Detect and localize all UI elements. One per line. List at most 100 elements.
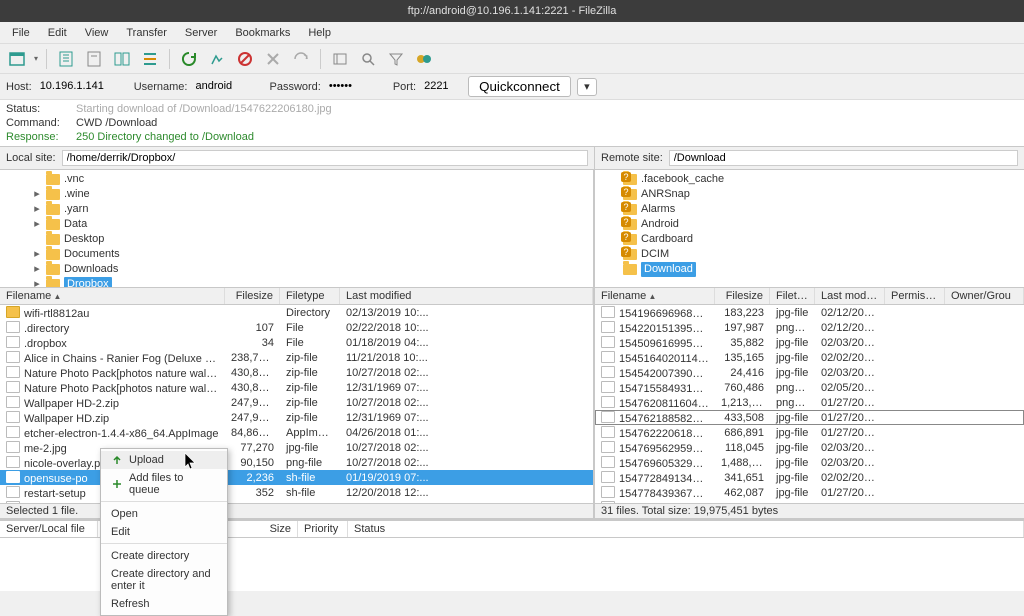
ctx-open[interactable]: Open <box>101 501 227 523</box>
qcol-server[interactable]: Server/Local file <box>0 521 98 537</box>
reconnect-button[interactable] <box>290 48 312 70</box>
tree-item[interactable]: ANRSnap <box>599 187 1020 202</box>
table-row[interactable]: restart-setup352sh-file12/20/2018 12:... <box>0 485 593 500</box>
ctx-edit[interactable]: Edit <box>101 523 227 541</box>
username-input[interactable] <box>193 78 263 95</box>
filter-button[interactable] <box>385 48 407 70</box>
table-row[interactable]: 1547621885826.jpg433,508jpg-file01/27/20… <box>595 410 1024 425</box>
local-directory-tree[interactable]: .vnc▸.wine▸.yarn▸DataDesktop▸Documents▸D… <box>0 170 593 288</box>
menu-edit[interactable]: Edit <box>40 25 75 41</box>
tree-item[interactable]: Cardboard <box>599 232 1020 247</box>
site-manager-button[interactable] <box>6 48 28 70</box>
cancel-button[interactable] <box>234 48 256 70</box>
menu-help[interactable]: Help <box>300 25 339 41</box>
local-pane: .vnc▸.wine▸.yarn▸DataDesktop▸Documents▸D… <box>0 170 595 518</box>
log-command-text: CWD /Download <box>76 117 157 129</box>
table-row[interactable]: 1542201513958.jpg197,987png-file02/12/20… <box>595 320 1024 335</box>
col-lastmodified[interactable]: Last modified <box>340 288 593 304</box>
tree-item[interactable]: ▸.yarn <box>4 202 589 217</box>
ctx-add-to-queue[interactable]: Add files to queue <box>101 469 227 499</box>
toolbar-icon-10[interactable] <box>329 48 351 70</box>
disconnect-button[interactable] <box>262 48 284 70</box>
tree-item[interactable]: ▸Documents <box>4 247 589 262</box>
table-row[interactable]: 1545420073905.jpg24,416jpg-file02/03/201… <box>595 365 1024 380</box>
local-site-label: Local site: <box>6 152 56 164</box>
col-filesize[interactable]: Filesize <box>225 288 280 304</box>
tree-item[interactable]: ▸Dropbox <box>4 277 589 288</box>
host-input[interactable] <box>38 78 128 95</box>
port-input[interactable] <box>422 78 462 95</box>
tree-item[interactable]: ▸Data <box>4 217 589 232</box>
remote-site-input[interactable] <box>669 150 1018 166</box>
col-filesize[interactable]: Filesize <box>715 288 770 304</box>
menu-bar: File Edit View Transfer Server Bookmarks… <box>0 22 1024 44</box>
tree-item[interactable]: Desktop <box>4 232 589 247</box>
col-filename[interactable]: Filename <box>0 288 225 304</box>
remote-pane: .facebook_cacheANRSnapAlarmsAndroidCardb… <box>595 170 1024 518</box>
tree-item[interactable]: .facebook_cache <box>599 172 1020 187</box>
table-row[interactable]: opensuse-po2,236sh-file01/19/2019 07:... <box>0 470 593 485</box>
table-row[interactable]: .dropbox34File01/18/2019 04:... <box>0 335 593 350</box>
remote-directory-tree[interactable]: .facebook_cacheANRSnapAlarmsAndroidCardb… <box>595 170 1024 288</box>
table-row[interactable]: 1547620811604.png1,213,770png-file01/27/… <box>595 395 1024 410</box>
table-row[interactable]: 1547696053292.jpg1,488,196jpg-file02/03/… <box>595 455 1024 470</box>
table-row[interactable]: me-2.jpg77,270jpg-file10/27/2018 02:... <box>0 440 593 455</box>
table-row[interactable]: 1541966969684 (1).jpg183,223jpg-file02/1… <box>595 305 1024 320</box>
table-row[interactable]: 1545096169955.jpg35,882jpg-file02/03/201… <box>595 335 1024 350</box>
qcol-priority[interactable]: Priority <box>298 521 348 537</box>
menu-server[interactable]: Server <box>177 25 225 41</box>
quickconnect-button[interactable]: Quickconnect <box>468 76 571 97</box>
ctx-create-directory[interactable]: Create directory <box>101 543 227 565</box>
chevron-down-icon[interactable]: ▾ <box>34 54 38 63</box>
table-row[interactable]: .directory107File02/22/2018 10:... <box>0 320 593 335</box>
tree-item[interactable]: ▸Downloads <box>4 262 589 277</box>
refresh-button[interactable] <box>178 48 200 70</box>
table-row[interactable]: Wallpaper HD-2.zip247,995,...zip-file10/… <box>0 395 593 410</box>
tree-item[interactable]: DCIM <box>599 247 1020 262</box>
table-row[interactable]: Wallpaper HD.zip247,995,...zip-file12/31… <box>0 410 593 425</box>
col-filetype[interactable]: Filetype <box>280 288 340 304</box>
table-row[interactable]: 1547728491348.jpg341,651jpg-file02/02/20… <box>595 470 1024 485</box>
col-filename[interactable]: Filename <box>595 288 715 304</box>
quickconnect-history-dropdown[interactable]: ▾ <box>577 78 597 96</box>
tree-item[interactable]: Android <box>599 217 1020 232</box>
table-row[interactable]: etcher-electron-1.4.4-x86_64.AppImage84,… <box>0 425 593 440</box>
table-row[interactable]: 1547695629594.jpg118,045jpg-file02/03/20… <box>595 440 1024 455</box>
table-row[interactable]: Nature Photo Pack[photos nature wallpape… <box>0 365 593 380</box>
menu-bookmarks[interactable]: Bookmarks <box>227 25 298 41</box>
col-permissions[interactable]: Permission: <box>885 288 945 304</box>
search-button[interactable] <box>357 48 379 70</box>
password-input[interactable] <box>327 78 387 95</box>
tree-item[interactable]: Download <box>599 262 1020 277</box>
qcol-status[interactable]: Status <box>348 521 1024 537</box>
table-row[interactable]: 1547784393675.jpg462,087jpg-file01/27/20… <box>595 485 1024 500</box>
compare-button[interactable] <box>413 48 435 70</box>
table-row[interactable]: 1545164020114.jpg135,165jpg-file02/02/20… <box>595 350 1024 365</box>
table-row[interactable]: wifi-rtl8812auDirectory02/13/2019 10:... <box>0 305 593 320</box>
menu-view[interactable]: View <box>77 25 117 41</box>
table-row[interactable]: Alice in Chains - Ranier Fog (Deluxe 2CD… <box>0 350 593 365</box>
local-site-input[interactable] <box>62 150 588 166</box>
ctx-refresh[interactable]: Refresh <box>101 595 227 613</box>
table-row[interactable]: 1547155849318.png760,486png-file02/05/20… <box>595 380 1024 395</box>
table-row[interactable]: Nature Photo Pack[photos nature wallpape… <box>0 380 593 395</box>
toolbar-icon-2[interactable] <box>83 48 105 70</box>
tree-item[interactable]: .vnc <box>4 172 589 187</box>
tree-item[interactable]: ▸.wine <box>4 187 589 202</box>
col-owner[interactable]: Owner/Grou <box>945 288 1024 304</box>
tree-item[interactable]: Alarms <box>599 202 1020 217</box>
toolbar-icon-3[interactable] <box>111 48 133 70</box>
toolbar-icon-6[interactable] <box>206 48 228 70</box>
quickconnect-bar: Host: Username: Password: Port: Quickcon… <box>0 74 1024 100</box>
ctx-upload[interactable]: Upload <box>101 451 227 469</box>
table-row[interactable]: 1547622206180.jpg686,891jpg-file01/27/20… <box>595 425 1024 440</box>
menu-transfer[interactable]: Transfer <box>118 25 175 41</box>
menu-file[interactable]: File <box>4 25 38 41</box>
col-filetype[interactable]: Filetype <box>770 288 815 304</box>
toolbar-icon-1[interactable] <box>55 48 77 70</box>
toolbar: ▾ <box>0 44 1024 74</box>
table-row[interactable]: nicole-overlay.png90,150png-file10/27/20… <box>0 455 593 470</box>
col-lastmodified[interactable]: Last modified <box>815 288 885 304</box>
upload-icon <box>111 454 123 466</box>
toolbar-icon-4[interactable] <box>139 48 161 70</box>
